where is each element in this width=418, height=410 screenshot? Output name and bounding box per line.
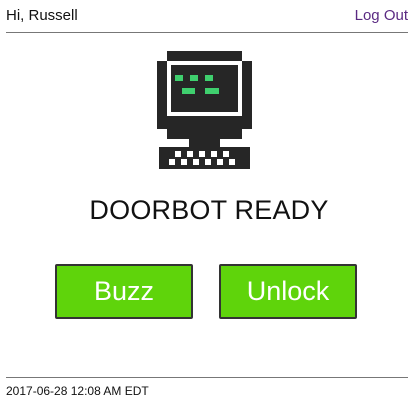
user-greeting: Hi, Russell	[6, 7, 78, 24]
header-divider	[6, 32, 408, 33]
status-message: DOORBOT READY	[89, 195, 329, 225]
unlock-button[interactable]: Unlock	[219, 264, 357, 319]
doorbot-computer-icon	[157, 51, 252, 169]
top-bar: Hi, Russell Log Out	[0, 0, 418, 33]
last-updated-timestamp: 2017-06-28 12:08 AM EDT	[6, 384, 149, 398]
monitor-neck	[189, 139, 220, 147]
monitor-screen-inner	[171, 65, 238, 112]
keyboard	[159, 147, 250, 169]
buzz-button[interactable]: Buzz	[55, 264, 193, 319]
logout-link[interactable]: Log Out	[355, 7, 408, 25]
footer-divider	[6, 377, 408, 378]
